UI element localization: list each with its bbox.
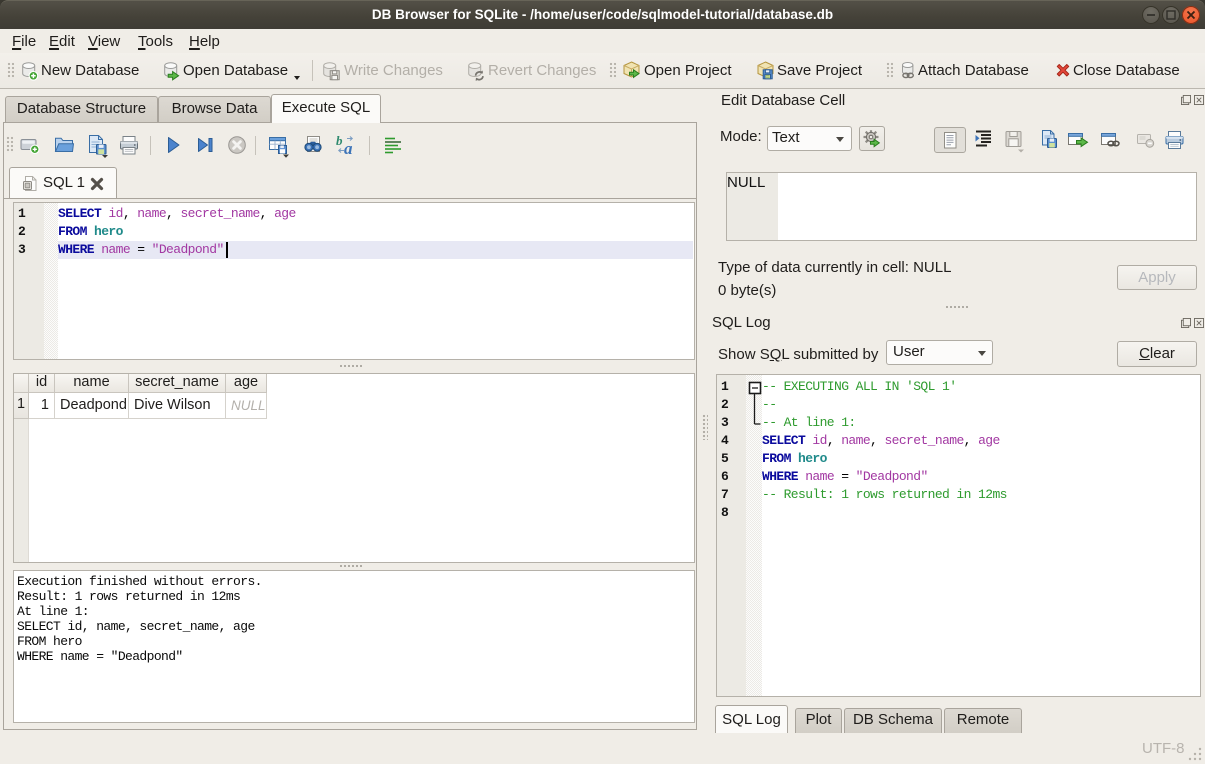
svg-text:a: a [344,139,353,156]
svg-text:b: b [336,134,343,148]
